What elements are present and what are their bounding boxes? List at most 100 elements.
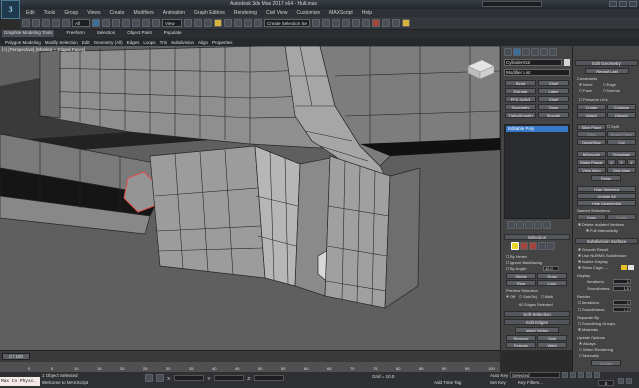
menu-edit[interactable]: Edit	[26, 10, 35, 16]
bend-button[interactable]: Bend	[505, 80, 536, 86]
edit-edges-header[interactable]: Edit Edges	[504, 319, 570, 325]
help-search-input[interactable]	[482, 1, 542, 7]
modifier-list-dropdown[interactable]: Modifier List	[504, 69, 570, 76]
spinner-snap-icon[interactable]	[244, 19, 252, 27]
edit-named-selections-icon[interactable]	[254, 19, 262, 27]
render-production-icon[interactable]	[402, 19, 410, 27]
link-icon[interactable]	[42, 19, 50, 27]
smooth-button[interactable]: Smooth	[538, 112, 569, 118]
by-angle-checkbox[interactable]: By Angle:	[506, 266, 527, 271]
copy-button[interactable]: Copy	[577, 214, 606, 220]
angle-spinner[interactable]: 45.0	[543, 266, 559, 271]
view-align-button[interactable]: View Align	[577, 167, 606, 173]
ribbon-panel-tris[interactable]: Tris	[160, 40, 167, 45]
ribbon-panel-edit[interactable]: Edit	[82, 40, 90, 45]
current-frame-field[interactable]: 0	[598, 380, 614, 386]
make-unique-icon[interactable]	[525, 221, 533, 229]
preview-off-radio[interactable]: Off	[506, 294, 515, 299]
detach-button[interactable]: Detach	[607, 112, 636, 118]
use-nurms-checkbox[interactable]: Use NURMS Subdivision	[578, 253, 626, 258]
isoline-checkbox[interactable]: Isoline Display	[578, 259, 608, 264]
menu-modifiers[interactable]: Modifiers	[133, 10, 153, 16]
rectangular-selection-icon[interactable]	[112, 19, 120, 27]
lathe-button[interactable]: Lathe	[538, 88, 569, 94]
update-button[interactable]: Update	[591, 360, 621, 366]
key-filters-button[interactable]: Key Filters...	[518, 380, 543, 385]
full-interactivity-checkbox[interactable]: Full Interactivity	[586, 228, 618, 233]
curve-editor-icon[interactable]	[352, 19, 360, 27]
polygon-level-icon[interactable]	[538, 242, 546, 250]
hierarchy-tab-icon[interactable]	[522, 48, 530, 56]
constraint-edge-radio[interactable]: Edge	[602, 82, 616, 87]
render-smoothness-spinner[interactable]: 1.0	[613, 307, 631, 312]
menu-group[interactable]: Group	[64, 10, 78, 16]
selection-filter-dropdown[interactable]: All	[72, 19, 90, 27]
msmooth-button[interactable]: MSmooth	[577, 151, 606, 157]
time-slider[interactable]: 0 / 100	[0, 350, 500, 362]
render-iterations-spinner[interactable]: 0	[613, 300, 631, 305]
menu-civil-view[interactable]: Civil View	[266, 10, 288, 16]
close-button[interactable]	[629, 1, 637, 7]
insert-vertex-button[interactable]: Insert Vertex	[515, 327, 559, 333]
rendered-frame-icon[interactable]	[392, 19, 400, 27]
select-manipulate-icon[interactable]	[194, 19, 202, 27]
split-button[interactable]: Split	[537, 335, 567, 341]
render-setup-icon[interactable]	[382, 19, 390, 27]
schematic-view-icon[interactable]	[362, 19, 370, 27]
track-bar[interactable]: 0 5 10 15 20 25 30 35 40 45 50 55 60 65 70 75 80 85 90 95 10…	[0, 362, 500, 372]
object-color-swatch[interactable]	[564, 59, 570, 66]
delete-isolated-checkbox[interactable]: Delete Isolated Vertices	[578, 222, 624, 227]
remove-button[interactable]: Remove	[506, 335, 536, 341]
ribbon-panel-loops[interactable]: Loops	[143, 40, 155, 45]
preserve-uvs-checkbox[interactable]: Preserve UVs	[579, 97, 608, 102]
cage-color-2-swatch[interactable]	[628, 265, 634, 270]
constraint-none-radio[interactable]: None	[579, 82, 593, 87]
ribbon-panel-subdivision[interactable]: Subdivision	[171, 40, 194, 45]
show-cage-checkbox[interactable]: Show Cage......	[578, 265, 609, 270]
keyboard-shortcut-icon[interactable]	[204, 19, 212, 27]
unhide-all-button[interactable]: Unhide All	[577, 193, 636, 199]
by-vertex-checkbox[interactable]: By Vertex	[506, 254, 527, 259]
play-icon[interactable]	[578, 372, 584, 378]
attach-button[interactable]: Attach	[577, 112, 606, 118]
mirror-icon[interactable]	[312, 19, 320, 27]
rotate-icon[interactable]	[142, 19, 150, 27]
toggle-ribbon-icon[interactable]	[342, 19, 350, 27]
weld-button[interactable]: Weld	[537, 342, 567, 348]
menu-customize[interactable]: Customize	[297, 10, 321, 16]
symmetry-button[interactable]: Symmetry	[505, 104, 536, 110]
ffd-button[interactable]: FFD 3x3x3	[505, 96, 536, 102]
create-button[interactable]: Create	[577, 104, 606, 110]
show-end-result-icon[interactable]	[516, 221, 524, 229]
edge-level-icon[interactable]	[520, 242, 528, 250]
ribbon-panel-modify-selection[interactable]: Modify Selection	[45, 40, 78, 45]
cut-button[interactable]: Cut	[607, 139, 636, 145]
z-coordinate-field[interactable]	[254, 375, 285, 381]
ignore-backfacing-checkbox[interactable]: Ignore Backfacing	[506, 260, 542, 265]
key-mode-dropdown[interactable]: Selected	[510, 372, 560, 378]
planar-x-button[interactable]: X	[607, 159, 616, 165]
cage-color-1-swatch[interactable]	[621, 265, 627, 270]
update-manually-radio[interactable]: Manually	[579, 353, 599, 358]
pin-stack-icon[interactable]	[507, 221, 515, 229]
menu-views[interactable]: Views	[87, 10, 100, 16]
utilities-tab-icon[interactable]	[549, 48, 557, 56]
remove-modifier-icon[interactable]	[534, 221, 542, 229]
ribbon-panel-edges[interactable]: Edges	[127, 40, 140, 45]
ribbon-tab-selection[interactable]: Selection	[97, 30, 116, 37]
hide-unselected-button[interactable]: Hide Unselected	[577, 200, 636, 206]
grid-align-button[interactable]: Grid Align	[607, 167, 636, 173]
make-planar-button[interactable]: Make Planar	[577, 159, 606, 165]
previous-frame-icon[interactable]	[570, 372, 576, 378]
loop-button[interactable]: Loop	[537, 280, 567, 286]
ribbon-tab-freeform[interactable]: Freeform	[66, 30, 84, 37]
preview-subobj-radio[interactable]: SubObj	[519, 294, 537, 299]
extrude-button[interactable]: Extrude	[505, 88, 536, 94]
edit-geometry-header[interactable]: Edit Geometry	[575, 60, 638, 66]
x-coordinate-field[interactable]	[174, 375, 205, 381]
slice-button[interactable]: Slice	[577, 131, 606, 137]
auto-key-button[interactable]: Auto Key	[490, 373, 508, 378]
repeat-last-button[interactable]: Repeat Last	[585, 68, 629, 74]
soft-selection-header[interactable]: Soft Selection	[504, 311, 570, 317]
preview-multi-radio[interactable]: Multi	[540, 294, 553, 299]
